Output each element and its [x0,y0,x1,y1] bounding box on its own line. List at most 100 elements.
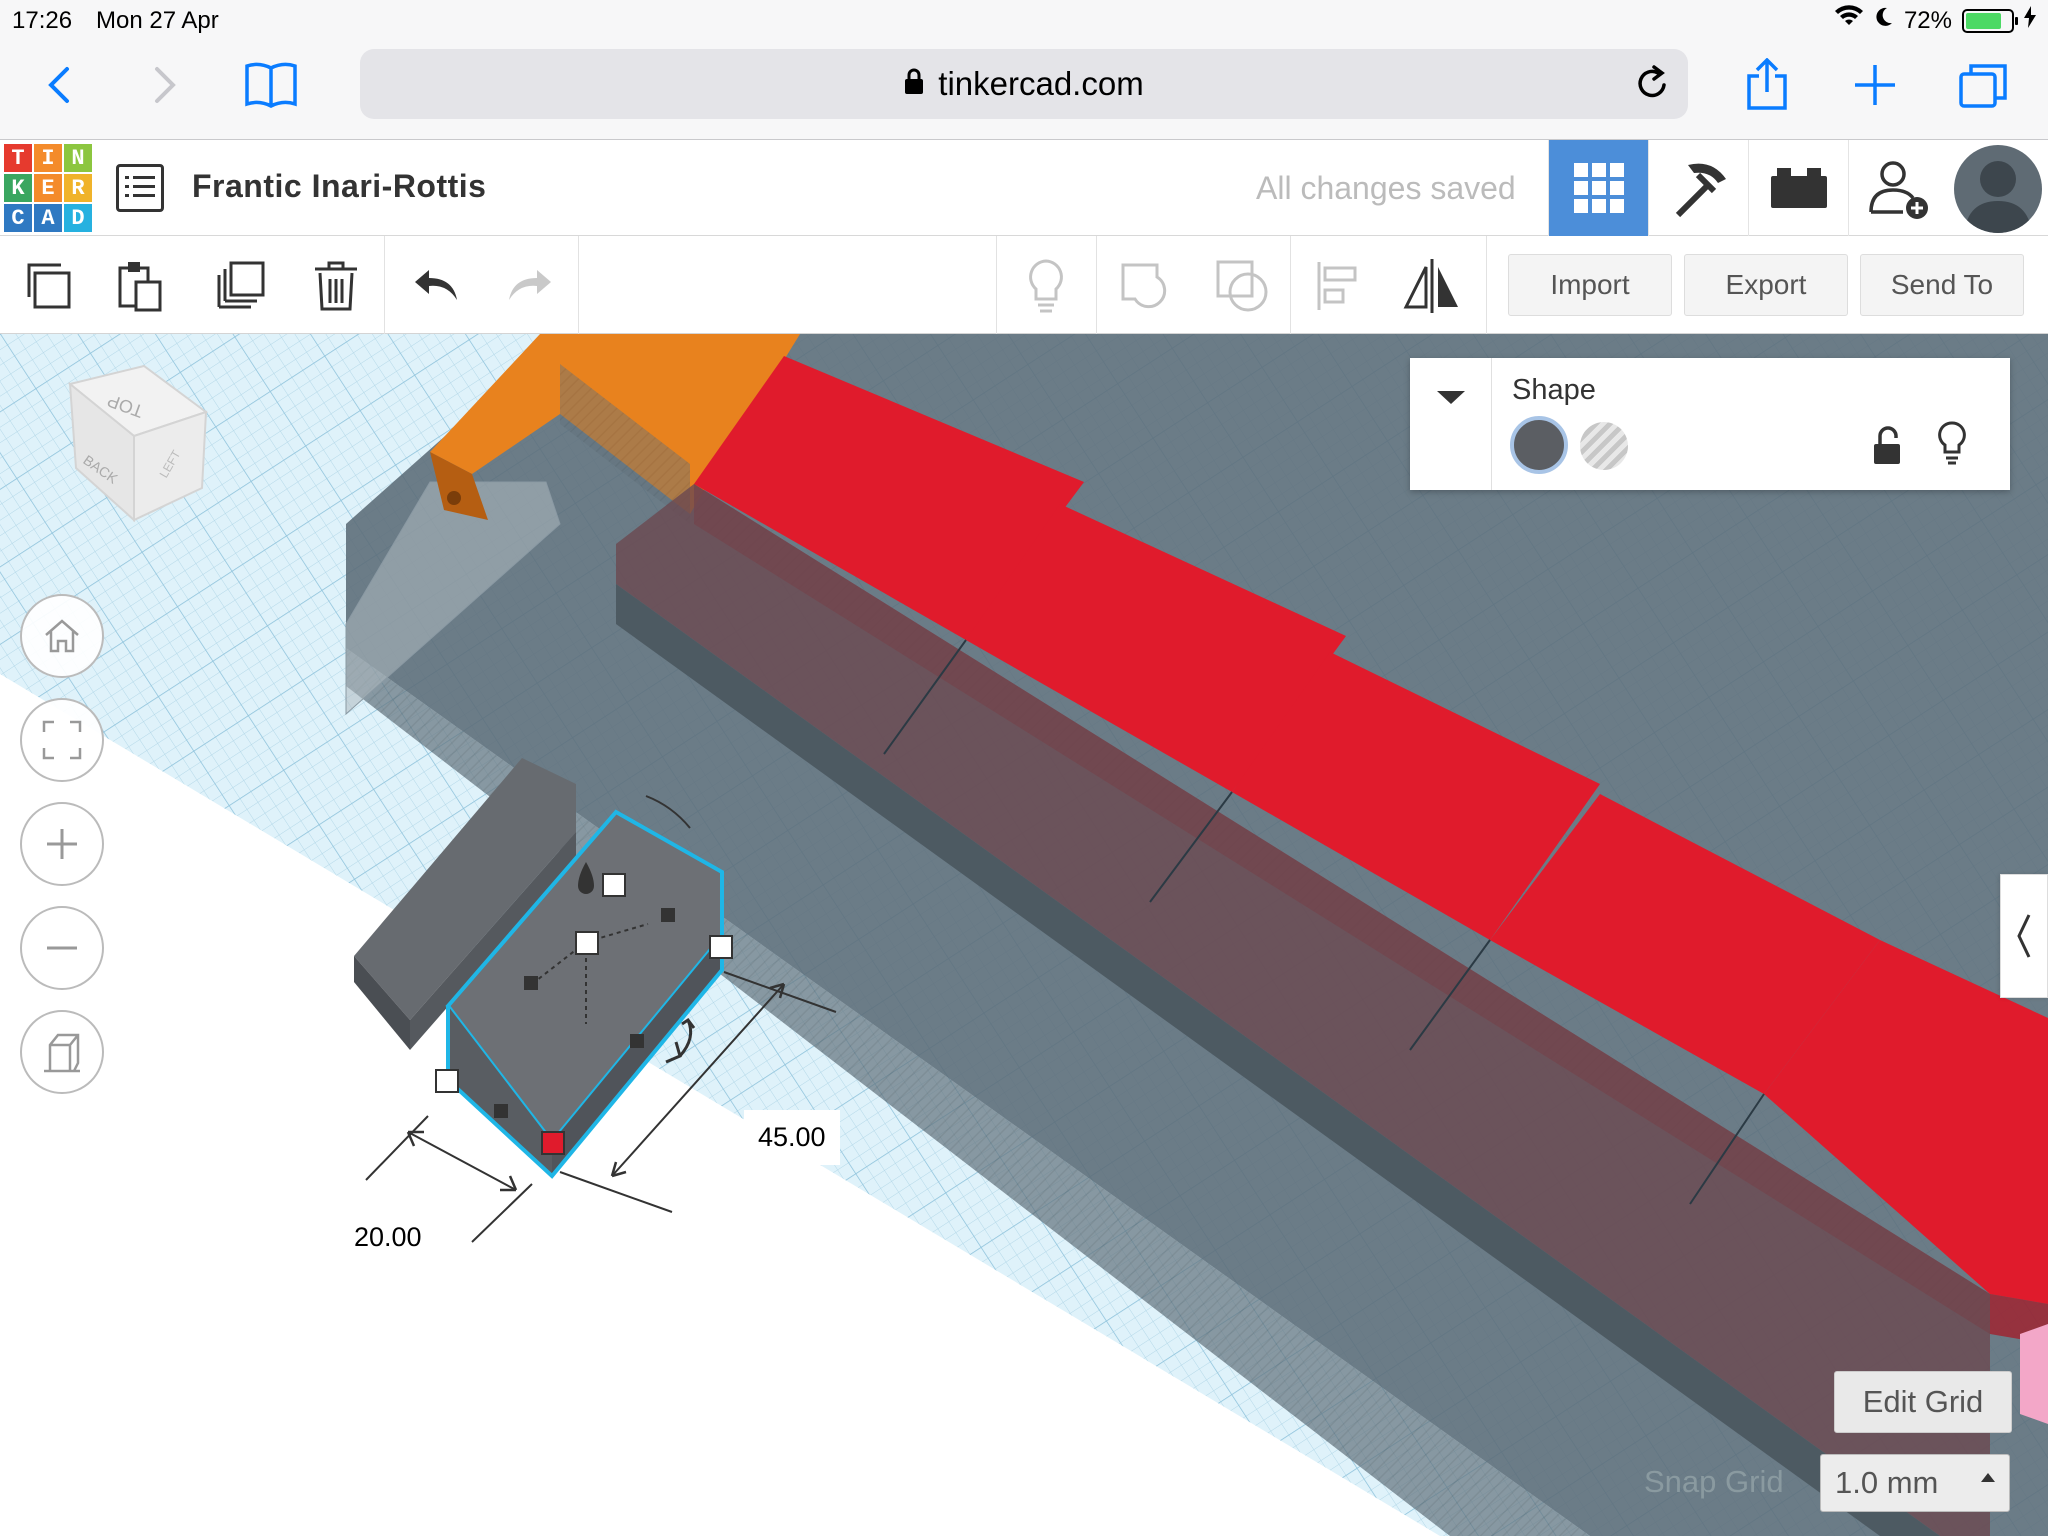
lightbulb-icon [1029,259,1063,313]
shape-inspector: Shape [1410,358,2010,490]
duplicate-icon [217,261,265,309]
app-header: T I N K E R C A D Frantic Inari-Rottis A… [0,140,2048,236]
home-icon [45,619,79,653]
import-button[interactable]: Import [1508,254,1672,316]
fit-view-button[interactable] [20,698,104,782]
trash-icon [315,261,357,311]
toolbar-divider [1486,236,1487,334]
logo-letter: E [34,174,62,202]
mirror-icon [1403,259,1458,313]
zoom-out-button[interactable] [20,906,104,990]
snap-grid-select[interactable]: 1.0 mm [1820,1454,2010,1512]
resize-handle[interactable] [709,935,733,959]
toolbar-divider [1096,236,1097,334]
add-user-icon [1868,161,1928,219]
perspective-button[interactable] [20,1010,104,1094]
brick-icon [1770,168,1827,208]
forward-button[interactable] [130,52,200,118]
midpoint-handle[interactable] [661,908,675,922]
align-button[interactable] [1308,256,1368,316]
zoom-in-button[interactable] [20,802,104,886]
redo-button[interactable] [500,256,560,316]
design-menu-icon[interactable] [116,164,164,212]
view-cube[interactable]: TOP BACK LEFT [30,364,220,554]
chevron-left-icon [2017,914,2031,958]
toolbar-divider [384,236,385,334]
shapes-panel-toggle[interactable] [2000,874,2048,998]
notes-button[interactable] [1016,256,1076,316]
user-avatar[interactable] [1954,145,2042,233]
undo-button[interactable] [406,256,466,316]
logo-letter: K [4,174,32,202]
delete-button[interactable] [306,256,366,316]
orange-shape-hole [447,491,461,505]
moon-icon [1874,6,1894,35]
workplane-scene[interactable] [0,334,2048,1536]
group-button[interactable] [1114,256,1174,316]
duplicate-button[interactable] [210,256,270,316]
wifi-icon [1834,5,1864,36]
home-view-button[interactable] [20,594,104,678]
pickaxe-icon [1675,163,1726,218]
battery-percent: 72% [1903,6,1952,34]
pink-shape[interactable] [2020,1324,2048,1424]
invite-user-button[interactable] [1848,140,1948,236]
back-button[interactable] [24,52,94,118]
group-icon [1121,263,1167,309]
resize-handle[interactable] [602,873,626,897]
toolbar-divider [996,236,997,334]
inspector-title: Shape [1512,374,1596,406]
midpoint-handle[interactable] [524,976,538,990]
status-time: 17:26 [12,7,73,34]
export-button[interactable]: Export [1684,254,1848,316]
logo-letter: T [4,144,32,172]
hole-swatch[interactable] [1580,422,1628,470]
ios-status-bar: 17:26 Mon 27 Apr 72% [0,0,2048,42]
resize-handle[interactable] [435,1069,459,1093]
logo-letter: N [64,144,92,172]
paste-icon [118,262,162,312]
battery-icon [1962,8,2018,33]
align-icon [1317,262,1357,310]
edit-grid-button[interactable]: Edit Grid [1834,1371,2012,1433]
logo-letter: I [34,144,62,172]
lightbulb-icon[interactable] [1936,420,1968,466]
share-icon[interactable] [1732,52,1802,118]
edit-toolbar: Import Export Send To [0,236,2048,334]
send-to-button[interactable]: Send To [1860,254,2024,316]
3d-viewport[interactable]: TOP BACK LEFT 20.00 45.00 Shape Edit Gri… [0,334,2048,1536]
snap-grid-label: Snap Grid [1644,1464,1784,1499]
paste-button[interactable] [110,256,170,316]
midpoint-handle[interactable] [630,1034,644,1048]
3d-design-view-button[interactable] [1548,140,1648,236]
unlock-icon[interactable] [1872,426,1902,466]
midpoint-handle[interactable] [494,1104,508,1118]
bricks-view-button[interactable] [1748,140,1848,236]
reload-icon[interactable] [1632,61,1672,113]
ungroup-button[interactable] [1212,256,1272,316]
address-bar[interactable]: tinkercad.com [360,49,1688,119]
browser-toolbar: tinkercad.com [0,42,2048,140]
tabs-icon[interactable] [1948,52,2018,118]
copy-button[interactable] [18,256,78,316]
width-dimension-label[interactable]: 20.00 [340,1210,436,1265]
minus-icon [47,946,77,950]
solid-color-swatch[interactable] [1510,416,1568,474]
toolbar-divider [578,236,579,334]
project-title[interactable]: Frantic Inari-Rottis [192,168,486,205]
length-dimension-label[interactable]: 45.00 [744,1110,840,1165]
new-tab-icon[interactable] [1840,52,1910,118]
blocks-view-button[interactable] [1648,140,1748,236]
collapse-inspector-button[interactable] [1410,358,1492,490]
resize-handle-selected[interactable] [541,1131,565,1155]
bookmarks-icon[interactable] [236,52,306,118]
redo-icon [509,270,551,300]
logo-letter: C [4,204,32,232]
tinkercad-logo[interactable]: T I N K E R C A D [4,144,92,232]
resize-handle[interactable] [575,931,599,955]
undo-icon [415,270,457,300]
logo-letter: A [34,204,62,232]
charging-icon [2024,6,2036,35]
toolbar-divider [1290,236,1291,334]
mirror-button[interactable] [1402,256,1462,316]
